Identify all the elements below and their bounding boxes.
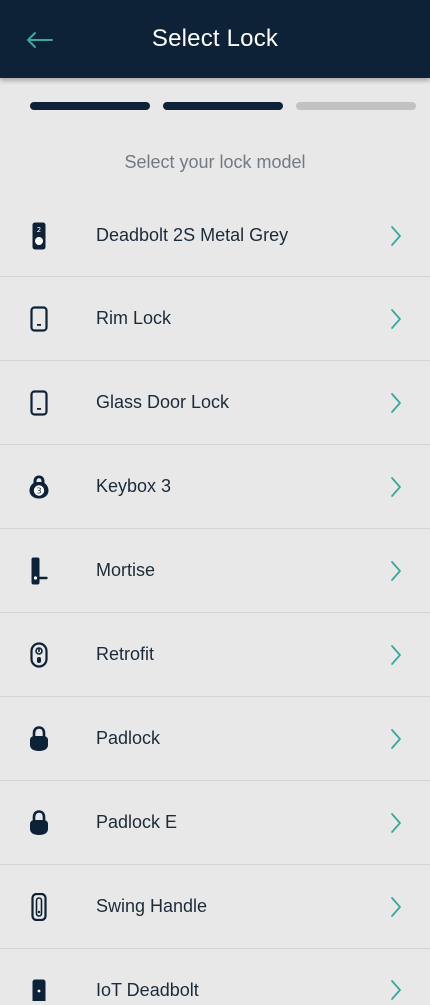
iot-deadbolt-icon — [24, 979, 54, 1001]
lock-item-retrofit[interactable]: Retrofit — [0, 613, 430, 697]
back-button[interactable] — [24, 24, 60, 56]
keybox-icon: 3 — [24, 474, 54, 500]
lock-item-label: Deadbolt 2S Metal Grey — [96, 225, 289, 245]
lock-item-label: Mortise — [96, 560, 156, 580]
lock-item-label: Retrofit — [96, 644, 155, 664]
chevron-right-icon — [386, 812, 406, 834]
mortise-icon — [24, 557, 54, 585]
chevron-right-icon — [386, 979, 406, 1001]
progress-step-1 — [30, 102, 150, 110]
instruction-text: Select your lock model — [124, 152, 306, 172]
chevron-right-icon — [386, 476, 406, 498]
rim-lock-icon — [24, 305, 54, 332]
lock-item-label: Padlock — [96, 728, 161, 748]
chevron-right-icon — [386, 225, 406, 247]
svg-text:3: 3 — [36, 486, 41, 495]
page-title: Select Lock — [151, 25, 279, 52]
lock-item-rim-lock[interactable]: Rim Lock — [0, 277, 430, 361]
lock-item-label: IoT Deadbolt — [96, 980, 199, 1000]
svg-text:2: 2 — [37, 226, 41, 234]
lock-item-label: Keybox 3 — [96, 476, 172, 496]
progress-step-3 — [296, 102, 416, 110]
arrow-left-icon — [27, 32, 53, 48]
swing-handle-icon — [24, 892, 54, 921]
chevron-right-icon — [386, 308, 406, 330]
chevron-right-icon — [386, 896, 406, 918]
progress-step-2 — [163, 102, 283, 110]
lock-item-mortise[interactable]: Mortise — [0, 529, 430, 613]
lock-item-label: Glass Door Lock — [96, 392, 230, 412]
lock-item-swing-handle[interactable]: Swing Handle — [0, 865, 430, 949]
lock-item-glass-door-lock[interactable]: Glass Door Lock — [0, 361, 430, 445]
glass-door-lock-icon — [24, 389, 54, 416]
step-progress — [0, 102, 430, 110]
lock-item-label: Rim Lock — [96, 308, 172, 328]
lock-item-padlock-e[interactable]: Padlock E — [0, 781, 430, 865]
padlock-e-icon — [24, 809, 54, 836]
lock-model-list: 2 Deadbolt 2S Metal Grey Rim Lock Glass … — [0, 195, 430, 1005]
lock-item-keybox-3[interactable]: 3 Keybox 3 — [0, 445, 430, 529]
lock-item-iot-deadbolt[interactable]: IoT Deadbolt — [0, 949, 430, 1005]
lock-item-label: Swing Handle — [96, 896, 208, 916]
chevron-right-icon — [386, 392, 406, 414]
lock-item-deadbolt-2s[interactable]: 2 Deadbolt 2S Metal Grey — [0, 195, 430, 277]
padlock-icon — [24, 725, 54, 752]
retrofit-icon — [24, 641, 54, 668]
chevron-right-icon — [386, 644, 406, 666]
deadbolt-2s-icon: 2 — [24, 222, 54, 250]
chevron-right-icon — [386, 728, 406, 750]
lock-item-padlock[interactable]: Padlock — [0, 697, 430, 781]
app-header: Select Lock — [0, 0, 430, 78]
chevron-right-icon — [386, 560, 406, 582]
lock-item-label: Padlock E — [96, 812, 178, 832]
